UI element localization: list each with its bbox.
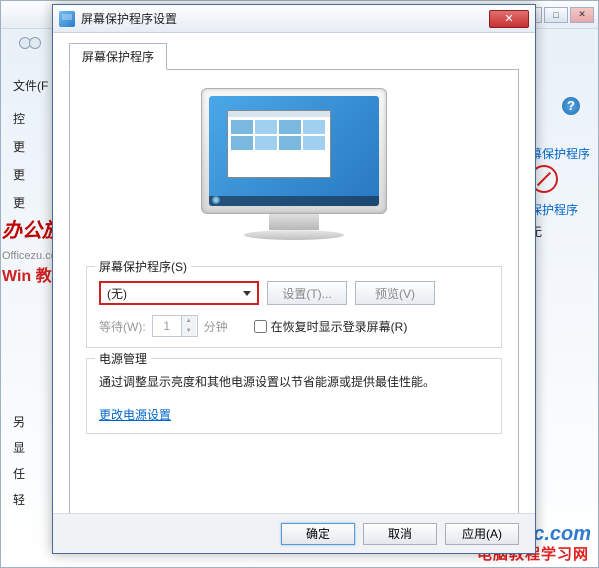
monitor-preview — [201, 88, 387, 248]
preview-window-icon — [227, 110, 331, 178]
dialog-icon — [59, 11, 75, 27]
cancel-button[interactable]: 取消 — [363, 523, 437, 545]
wait-spinner[interactable]: ▲ ▼ — [152, 315, 198, 337]
help-icon[interactable]: ? — [562, 97, 580, 115]
wait-input[interactable] — [153, 319, 181, 333]
nav-item[interactable]: 更 — [13, 133, 25, 161]
dialog-title: 屏幕保护程序设置 — [81, 10, 489, 27]
maximize-button[interactable]: □ — [544, 7, 568, 23]
nav-back-forward-icon[interactable] — [19, 37, 47, 49]
bg-side-lower: 另 显 任 轻 — [13, 409, 25, 513]
spin-up-icon[interactable]: ▲ — [182, 316, 196, 326]
combo-value: (无) — [107, 285, 127, 302]
ok-button[interactable]: 确定 — [281, 523, 355, 545]
resume-label: 在恢复时显示登录屏幕(R) — [271, 318, 408, 335]
screensaver-dialog: 屏幕保护程序设置 ✕ 屏幕保护程序 — [52, 4, 536, 554]
tab-panel: 屏幕保护程序(S) (无) 设置(T)... 预览(V) 等待(W): ▲ — [69, 69, 519, 521]
nav-item[interactable]: 另 — [13, 409, 25, 435]
bg-close-button[interactable]: ✕ — [570, 7, 594, 23]
tab-screensaver[interactable]: 屏幕保护程序 — [69, 43, 167, 70]
screensaver-link[interactable]: 幕保护程序 — [530, 143, 590, 165]
start-orb-icon — [212, 196, 220, 204]
apply-button[interactable]: 应用(A) — [445, 523, 519, 545]
screensaver-group: 屏幕保护程序(S) (无) 设置(T)... 预览(V) 等待(W): ▲ — [86, 266, 502, 348]
power-group: 电源管理 通过调整显示亮度和其他电源设置以节省能源或提供最佳性能。 更改电源设置 — [86, 358, 502, 434]
nav-item[interactable]: 更 — [13, 161, 25, 189]
wait-label: 等待(W): — [99, 318, 146, 335]
screensaver-group-label: 屏幕保护程序(S) — [95, 258, 191, 275]
close-button[interactable]: ✕ — [489, 10, 529, 28]
wait-unit: 分钟 — [204, 318, 228, 335]
spin-down-icon[interactable]: ▼ — [182, 326, 196, 336]
dialog-footer: 确定 取消 应用(A) — [53, 513, 535, 553]
power-text: 通过调整显示亮度和其他电源设置以节省能源或提供最佳性能。 — [99, 373, 489, 392]
nav-item[interactable]: 控 — [13, 105, 25, 133]
dialog-titlebar: 屏幕保护程序设置 ✕ — [53, 5, 535, 33]
screensaver-link2[interactable]: 保护程序 — [530, 203, 578, 217]
menu-file[interactable]: 文件(F — [13, 77, 48, 94]
preview-button[interactable]: 预览(V) — [355, 281, 435, 305]
settings-button[interactable]: 设置(T)... — [267, 281, 347, 305]
nav-item[interactable]: 更 — [13, 189, 25, 217]
nav-item[interactable]: 任 — [13, 461, 25, 487]
resume-checkbox[interactable] — [254, 320, 267, 333]
screensaver-combo[interactable]: (无) — [99, 281, 259, 305]
power-settings-link[interactable]: 更改电源设置 — [99, 408, 171, 422]
bg-left-nav: 控 更 更 更 — [13, 105, 25, 217]
nav-item[interactable]: 显 — [13, 435, 25, 461]
chevron-down-icon — [243, 291, 251, 296]
power-group-label: 电源管理 — [95, 350, 151, 367]
nav-item[interactable]: 轻 — [13, 487, 25, 513]
